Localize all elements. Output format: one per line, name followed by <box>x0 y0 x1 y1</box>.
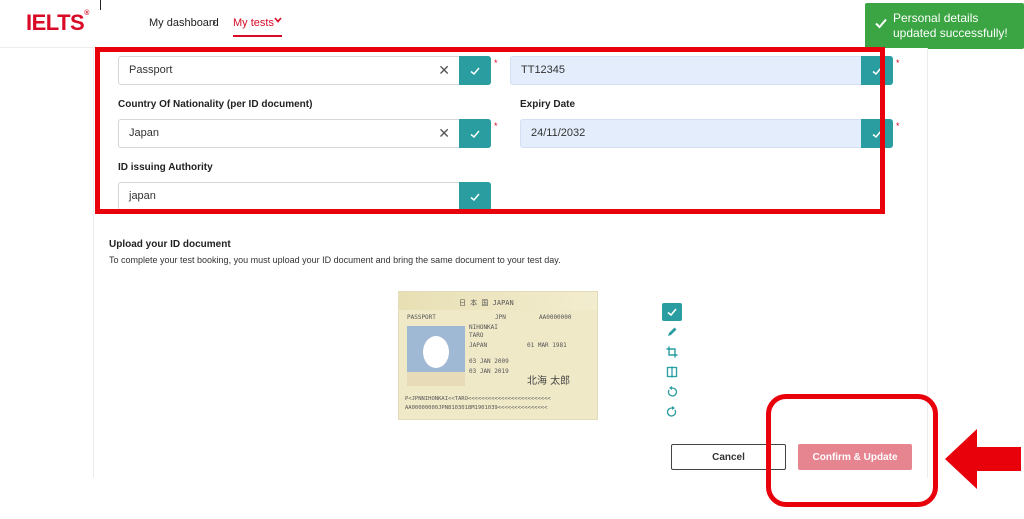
nav-my-dashboard[interactable]: My dashboard <box>149 17 219 29</box>
passport-mrz-line-1: P<JPNNIHONKAI<<TARO<<<<<<<<<<<<<<<<<<<<<… <box>405 396 551 402</box>
annotation-ring <box>766 394 938 507</box>
cursor-mark <box>100 0 101 10</box>
passport-type: PASSPORT <box>407 314 436 321</box>
page: IELTS® My dashboard › My tests Personal … <box>0 0 1024 519</box>
passport-header-text: 日 本 国 JAPAN <box>459 299 514 307</box>
upload-title: Upload your ID document <box>109 239 231 250</box>
passport-number: AA0000000 <box>539 314 572 321</box>
flip-icon[interactable] <box>662 363 682 381</box>
passport-issue-date: 03 JAN 2009 <box>469 358 509 365</box>
rotate-left-icon[interactable] <box>662 383 682 401</box>
crop-icon[interactable] <box>662 343 682 361</box>
annotation-highlight-box <box>95 47 885 214</box>
check-icon[interactable] <box>662 303 682 321</box>
chevron-down-icon[interactable] <box>273 13 283 28</box>
success-toast[interactable]: Personal details updated successfully! <box>865 3 1024 49</box>
pencil-icon[interactable] <box>662 323 682 341</box>
check-icon <box>875 18 887 29</box>
passport-photo <box>407 326 465 386</box>
required-marker: * <box>896 58 900 68</box>
active-tab-underline <box>233 35 282 37</box>
passport-image[interactable]: 日 本 国 JAPAN PASSPORT JPN AA0000000 NIHON… <box>398 291 598 420</box>
upload-description: To complete your test booking, you must … <box>109 255 561 265</box>
passport-given-name: TARO <box>469 332 484 339</box>
toast-message: Personal details updated successfully! <box>893 11 1008 40</box>
passport-nationality: JAPAN <box>469 342 488 349</box>
passport-signature: 北海 太郎 <box>527 376 571 387</box>
passport-mrz-line-2: AA00000000JPN8103018M1901039<<<<<<<<<<<<… <box>405 405 548 411</box>
annotation-arrow-icon <box>945 429 1021 489</box>
passport-expiry-date: 03 JAN 2019 <box>469 368 509 375</box>
breadcrumb-chevron-icon: › <box>212 15 216 29</box>
passport-dob: 01 MAR 1981 <box>527 342 567 349</box>
passport-surname: NIHONKAI <box>469 324 498 331</box>
passport-code: JPN <box>495 314 506 321</box>
rotate-right-icon[interactable] <box>662 403 682 421</box>
nav-my-tests[interactable]: My tests <box>233 17 274 29</box>
required-marker: * <box>896 121 900 131</box>
ielts-logo[interactable]: IELTS® <box>26 10 89 36</box>
